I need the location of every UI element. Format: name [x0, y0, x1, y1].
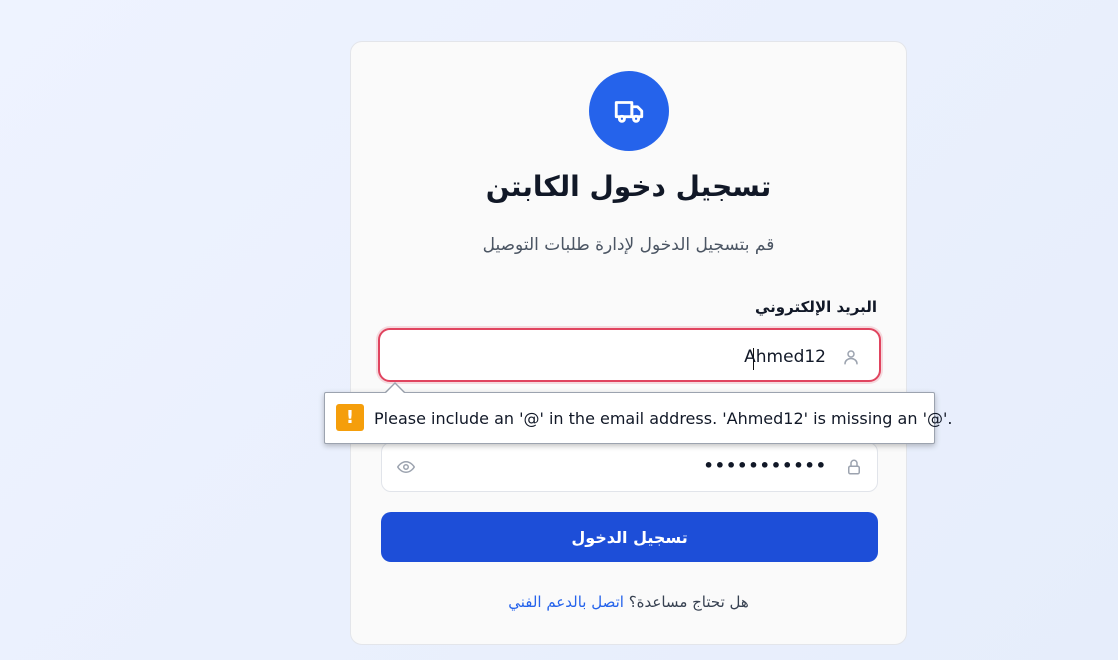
truck-icon: [589, 71, 669, 151]
eye-icon[interactable]: [396, 458, 416, 480]
email-label: البريد الإلكتروني: [755, 298, 877, 316]
page-title: تسجيل دخول الكابتن: [485, 170, 772, 203]
password-value[interactable]: •••••••••••: [704, 456, 828, 475]
validation-message: Please include an '@' in the email addre…: [374, 409, 953, 428]
password-field[interactable]: •••••••••••: [381, 442, 878, 492]
help-text: هل تحتاج مساعدة؟ اتصل بالدعم الفني: [351, 593, 906, 611]
help-question: هل تحتاج مساعدة؟: [628, 593, 749, 611]
user-icon: [842, 347, 860, 371]
warning-icon: !: [336, 404, 364, 431]
support-link[interactable]: اتصل بالدعم الفني: [508, 593, 624, 611]
email-field[interactable]: Ahmed12: [378, 328, 881, 382]
email-value[interactable]: Ahmed12: [744, 347, 826, 367]
validation-tooltip: ! Please include an '@' in the email add…: [324, 392, 952, 444]
email-field-inner[interactable]: Ahmed12: [383, 333, 876, 377]
lock-icon: [845, 457, 863, 481]
page-subtitle: قم بتسجيل الدخول لإدارة طلبات التوصيل: [482, 235, 775, 255]
login-button[interactable]: تسجيل الدخول: [381, 512, 878, 562]
login-card: تسجيل دخول الكابتن قم بتسجيل الدخول لإدا…: [350, 41, 907, 645]
tooltip-arrow-fill: [385, 384, 405, 394]
